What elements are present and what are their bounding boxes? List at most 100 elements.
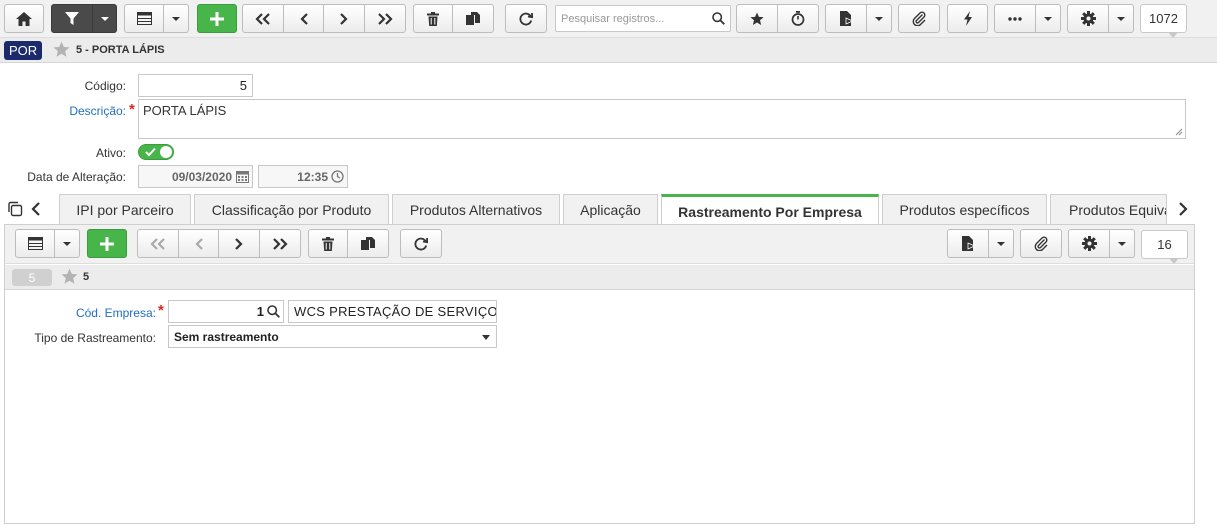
cod-empresa-label[interactable]: Cód. Empresa: [5,306,156,320]
module-badge: POR [4,41,43,60]
actions-button[interactable] [947,4,988,33]
calendar-icon [236,171,249,183]
windows-icon[interactable] [7,201,23,217]
search-icon[interactable] [267,305,280,318]
search-icon[interactable] [712,12,725,25]
codigo-field[interactable]: 5 [138,74,253,97]
more-options-button[interactable] [994,4,1036,33]
document-export-icon [961,236,975,251]
detail-settings-button[interactable] [1068,229,1110,258]
star-icon [750,12,764,25]
favorite-button[interactable] [736,4,778,33]
chevron-down-icon [172,16,180,21]
tabs-scroll-left-icon[interactable] [31,202,41,216]
grid-view-button[interactable] [124,4,164,33]
copy-icon [466,11,480,25]
tab-classificacao-por-produto[interactable]: Classificação por Produto [194,194,389,225]
detail-report-button[interactable] [947,229,989,258]
delete-button[interactable] [413,4,453,33]
star-icon[interactable] [61,268,78,285]
previous-record-button[interactable] [283,4,324,33]
double-chevron-left-icon [255,12,270,25]
tipo-rastreamento-select[interactable]: Sem rastreamento [168,325,497,348]
detail-first-record-button[interactable] [137,229,179,258]
more-options-dropdown-button[interactable] [1036,4,1061,33]
attachment-button[interactable] [898,4,940,33]
plus-icon [100,236,114,251]
tab-rastreamento-por-empresa[interactable]: Rastreamento Por Empresa [661,194,879,226]
tab-aplicacao[interactable]: Aplicação [563,194,658,225]
tabs-scroll-right-icon[interactable] [1178,202,1188,216]
chevron-down-icon [482,335,490,340]
search-box [555,5,731,32]
refresh-button[interactable] [505,4,547,33]
tipo-rastreamento-value: Sem rastreamento [174,329,279,344]
data-alteracao-date-field: 09/03/2020 [138,165,253,188]
data-alteracao-time-field: 12:35 [258,165,348,188]
duplicate-button[interactable] [452,4,494,33]
report-button[interactable] [825,4,867,33]
check-icon [145,147,156,157]
search-input[interactable] [556,6,706,31]
descricao-field[interactable]: PORTA LÁPIS [138,99,1186,139]
ativo-toggle[interactable] [138,144,174,160]
settings-button[interactable] [1067,4,1109,33]
tab-produtos-equivalentes[interactable]: Produtos Equiva [1050,194,1167,225]
home-icon [16,11,32,26]
chevron-down-icon [1044,16,1052,21]
star-icon[interactable] [53,41,70,58]
timer-button[interactable] [777,4,819,33]
detail-previous-record-button[interactable] [178,229,219,258]
double-chevron-right-icon [273,237,288,250]
add-record-button[interactable] [197,4,237,33]
detail-attachment-button[interactable] [1020,229,1062,258]
chevron-right-icon [340,12,348,25]
settings-dropdown-button[interactable] [1109,4,1134,33]
page-title: 5 - PORTA LÁPIS [76,44,165,56]
chevron-down-icon [997,241,1005,246]
chevron-left-icon [299,12,308,25]
detail-next-record-button[interactable] [218,229,260,258]
home-button[interactable] [4,4,44,33]
ellipsis-icon [1008,16,1022,21]
detail-settings-dropdown-button[interactable] [1110,229,1135,258]
grid-dropdown-button[interactable] [164,4,189,33]
tab-produtos-alternativos[interactable]: Produtos Alternativos [392,194,560,225]
trash-icon [322,236,334,251]
empresa-nome-field: WCS PRESTAÇÃO DE SERVIÇOS [288,300,497,323]
detail-refresh-button[interactable] [400,229,442,258]
required-indicator: * [158,302,164,319]
detail-delete-button[interactable] [308,229,348,258]
cod-empresa-field[interactable]: 1 [168,300,284,323]
report-dropdown-button[interactable] [867,4,892,33]
double-chevron-right-icon [378,12,393,25]
filter-dropdown-button[interactable] [93,4,117,33]
chevron-down-icon [100,16,109,21]
double-chevron-left-icon [150,237,165,250]
descricao-label[interactable]: Descrição: [0,104,126,118]
next-record-button[interactable] [323,4,365,33]
detail-add-button[interactable] [87,229,127,258]
last-record-button[interactable] [364,4,406,33]
resize-handle-icon[interactable] [1175,128,1183,136]
detail-grid-dropdown-button[interactable] [55,229,80,258]
detail-grid-view-button[interactable] [15,229,55,258]
data-alteracao-label: Data de Alteração: [27,170,126,184]
detail-report-dropdown-button[interactable] [989,229,1014,258]
required-indicator: * [129,101,135,118]
detail-title-bar: 5 5 [5,265,1194,290]
codigo-label: Código: [84,79,126,93]
detail-duplicate-button[interactable] [347,229,389,258]
grid-icon [27,237,43,250]
data-alteracao-time: 12:35 [297,169,328,184]
refresh-icon [414,237,428,250]
detail-tabs: IPI por Parceiro Classificação por Produ… [0,194,1217,226]
stopwatch-icon [791,11,805,26]
tab-produtos-especificos[interactable]: Produtos específicos [882,194,1047,225]
chevron-down-icon [1118,241,1126,246]
first-record-button[interactable] [242,4,284,33]
tab-ipi-por-parceiro[interactable]: IPI por Parceiro [59,194,191,225]
detail-last-record-button[interactable] [259,229,301,258]
filter-button[interactable] [51,4,93,33]
record-count: 1072 [1140,4,1187,38]
